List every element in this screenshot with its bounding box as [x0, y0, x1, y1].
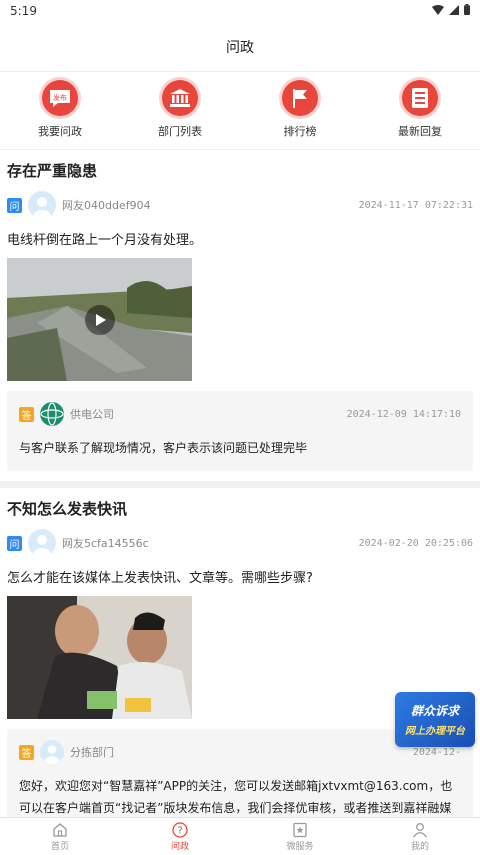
- answer-tag: 答: [19, 406, 34, 422]
- document-icon: [402, 80, 438, 116]
- post-divider: [0, 481, 480, 488]
- reply-department-name: 供电公司: [70, 408, 114, 421]
- signal-icon: [449, 4, 459, 18]
- complaint-platform-banner[interactable]: 群众诉求 网上办理平台: [395, 692, 475, 747]
- quick-nav-ask[interactable]: 发布 我要问政: [10, 80, 110, 139]
- bottom-nav-label: 问政: [170, 841, 189, 852]
- quick-nav-latest-replies[interactable]: 最新回复: [370, 80, 470, 139]
- post-date: 2024-02-20 20:25:06: [358, 537, 473, 549]
- flag-icon: [282, 80, 318, 116]
- parent-child-photo-image: [7, 596, 192, 719]
- power-company-logo-icon: [40, 402, 64, 426]
- service-icon: [293, 822, 307, 837]
- battery-icon: [464, 4, 470, 18]
- play-icon[interactable]: [84, 304, 115, 335]
- quick-nav-ranking[interactable]: 排行榜: [250, 80, 350, 139]
- reply-box: 答 供电公司 2024-12-09 14:17:10 与客户联系了解现场情况，客…: [7, 391, 473, 471]
- status-time: 5:19: [10, 4, 37, 18]
- bottom-nav-home[interactable]: 首页: [0, 818, 120, 855]
- quick-nav-label: 排行榜: [283, 125, 317, 138]
- post-image[interactable]: [7, 596, 192, 719]
- quick-nav-label: 我要问政: [38, 125, 82, 138]
- post-item[interactable]: 不知怎么发表快讯 问 网友5cfa14556c 2024-02-20 20:25…: [0, 488, 480, 853]
- bottom-nav-mine[interactable]: 我的: [360, 818, 480, 855]
- quick-nav-label: 最新回复: [398, 125, 442, 138]
- post-title: 存在严重隐患: [7, 162, 98, 180]
- user-name: 网友040ddef904: [62, 199, 151, 212]
- video-thumbnail[interactable]: [7, 258, 192, 381]
- post-meta: 问 网友040ddef904 2024-11-17 07:22:31: [7, 189, 473, 221]
- post-date: 2024-11-17 07:22:31: [358, 199, 473, 211]
- reply-department-name: 分拣部门: [70, 746, 114, 759]
- post-content: 电线杆倒在路上一个月没有处理。: [7, 233, 203, 248]
- reply-date: 2024-12-09 14:17:10: [346, 408, 461, 420]
- post-item[interactable]: 存在严重隐患 问 网友040ddef904 2024-11-17 07:22:3…: [0, 150, 480, 471]
- question-tag: 问: [7, 197, 22, 213]
- quick-nav: 发布 我要问政 部门列表 排行榜 最新回复: [0, 72, 480, 150]
- title-bar: 问政: [0, 22, 480, 72]
- building-icon: [162, 80, 198, 116]
- reply-meta: 答 供电公司 2024-12-09 14:17:10: [19, 401, 461, 427]
- publish-icon: 发布: [42, 80, 78, 116]
- status-icons: [432, 4, 470, 18]
- post-meta: 问 网友5cfa14556c 2024-02-20 20:25:06: [7, 527, 473, 559]
- banner-line-1: 群众诉求: [410, 704, 459, 718]
- question-icon: ?: [172, 821, 188, 838]
- bottom-nav-label: 微服务: [286, 841, 314, 852]
- reply-date: 2024-12-: [412, 746, 461, 758]
- bottom-nav-wenzheng[interactable]: ? 问政: [120, 818, 240, 855]
- user-avatar-icon: [28, 529, 56, 557]
- banner-line-2: 网上办理平台: [405, 726, 465, 737]
- post-title: 不知怎么发表快讯: [7, 500, 128, 518]
- bottom-nav-services[interactable]: 微服务: [240, 818, 360, 855]
- bottom-nav-label: 我的: [410, 841, 429, 852]
- reply-content: 与客户联系了解现场情况，客户表示该问题已处理完毕: [19, 441, 308, 455]
- page-title: 问政: [226, 39, 254, 56]
- post-content: 怎么才能在该媒体上发表快讯、文章等。需哪些步骤?: [7, 571, 313, 586]
- svg-text:?: ?: [177, 825, 182, 836]
- user-avatar-icon: [28, 191, 56, 219]
- question-tag: 问: [7, 535, 22, 551]
- home-icon: [53, 822, 67, 837]
- svg-text:发布: 发布: [53, 93, 67, 102]
- wifi-icon: [432, 4, 444, 18]
- user-icon: [412, 822, 428, 837]
- bottom-nav-label: 首页: [50, 841, 69, 852]
- answer-tag: 答: [19, 744, 34, 760]
- quick-nav-label: 部门列表: [158, 125, 202, 138]
- bottom-nav: 首页 ? 问政 微服务 我的: [0, 817, 480, 855]
- status-bar: 5:19: [0, 0, 480, 22]
- user-name: 网友5cfa14556c: [62, 537, 149, 550]
- quick-nav-departments[interactable]: 部门列表: [130, 80, 230, 139]
- department-avatar-icon: [40, 740, 64, 764]
